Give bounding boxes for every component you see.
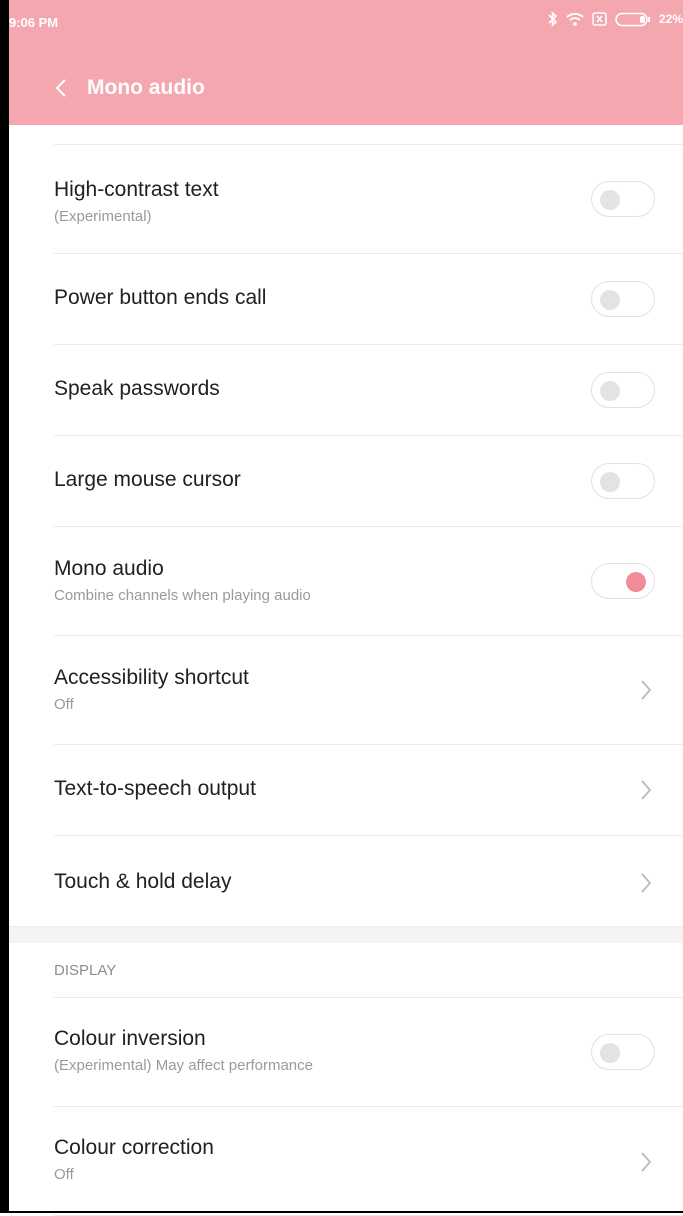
- toggle-knob: [600, 381, 620, 401]
- colour-inversion-toggle[interactable]: [591, 1034, 655, 1070]
- settings-list: High-contrast text (Experimental) Power …: [9, 125, 683, 1216]
- setting-subtitle: (Experimental): [54, 208, 152, 225]
- sim-icon: [592, 12, 607, 26]
- setting-mono-audio[interactable]: Mono audio Combine channels when playing…: [54, 527, 683, 636]
- chevron-right-icon: [641, 680, 652, 700]
- setting-title: Text-to-speech output: [54, 777, 256, 800]
- setting-title: Colour inversion: [54, 1027, 206, 1050]
- section-separator: [9, 926, 683, 943]
- setting-colour-inversion[interactable]: Colour inversion (Experimental) May affe…: [54, 998, 683, 1107]
- toggle-knob: [600, 190, 620, 210]
- high-contrast-text-toggle[interactable]: [591, 181, 655, 217]
- setting-speak-passwords[interactable]: Speak passwords: [54, 345, 683, 436]
- screen-border: [0, 0, 9, 1213]
- battery-percent: 22%: [658, 12, 683, 26]
- setting-power-button-ends-call[interactable]: Power button ends call: [54, 254, 683, 345]
- power-button-ends-call-toggle[interactable]: [591, 281, 655, 317]
- setting-touch-hold-delay[interactable]: Touch & hold delay: [54, 836, 683, 926]
- large-mouse-cursor-toggle[interactable]: [591, 463, 655, 499]
- back-chevron-icon: [55, 79, 66, 97]
- toggle-knob: [600, 1043, 620, 1063]
- header: 9:06 PM 22% Mono audio: [9, 0, 683, 125]
- setting-title: Colour correction: [54, 1136, 214, 1159]
- back-button[interactable]: [41, 66, 81, 110]
- status-bar: 9:06 PM 22%: [9, 0, 683, 46]
- status-icons: 22%: [548, 11, 683, 27]
- setting-colour-correction[interactable]: Colour correction Off: [54, 1107, 683, 1216]
- setting-title: Mono audio: [54, 557, 164, 580]
- speak-passwords-toggle[interactable]: [591, 372, 655, 408]
- app-bar: Mono audio: [9, 66, 205, 110]
- setting-value: Off: [54, 696, 74, 713]
- wifi-icon: [566, 12, 584, 26]
- setting-accessibility-shortcut[interactable]: Accessibility shortcut Off: [54, 636, 683, 745]
- setting-title: Power button ends call: [54, 286, 267, 309]
- setting-large-mouse-cursor[interactable]: Large mouse cursor: [54, 436, 683, 527]
- setting-text-to-speech-output[interactable]: Text-to-speech output: [54, 745, 683, 836]
- setting-high-contrast-text[interactable]: High-contrast text (Experimental): [54, 145, 683, 254]
- toggle-knob: [600, 472, 620, 492]
- toggle-knob: [626, 572, 646, 592]
- section-header-display: DISPLAY: [54, 943, 683, 998]
- status-time: 9:06 PM: [9, 15, 59, 30]
- setting-subtitle: Combine channels when playing audio: [54, 587, 311, 604]
- mono-audio-toggle[interactable]: [591, 563, 655, 599]
- setting-title: Accessibility shortcut: [54, 666, 249, 689]
- battery-icon: [615, 12, 651, 27]
- setting-subtitle: (Experimental) May affect performance: [54, 1057, 313, 1074]
- setting-title: Speak passwords: [54, 377, 220, 400]
- setting-value: Off: [54, 1166, 74, 1183]
- chevron-right-icon: [641, 1152, 652, 1172]
- chevron-right-icon: [641, 780, 652, 800]
- page-title: Mono audio: [87, 76, 205, 99]
- setting-title: Touch & hold delay: [54, 870, 232, 893]
- list-top-divider: [54, 125, 683, 145]
- bluetooth-icon: [548, 11, 558, 27]
- toggle-knob: [600, 290, 620, 310]
- setting-title: Large mouse cursor: [54, 468, 241, 491]
- setting-title: High-contrast text: [54, 178, 219, 201]
- chevron-right-icon: [641, 873, 652, 893]
